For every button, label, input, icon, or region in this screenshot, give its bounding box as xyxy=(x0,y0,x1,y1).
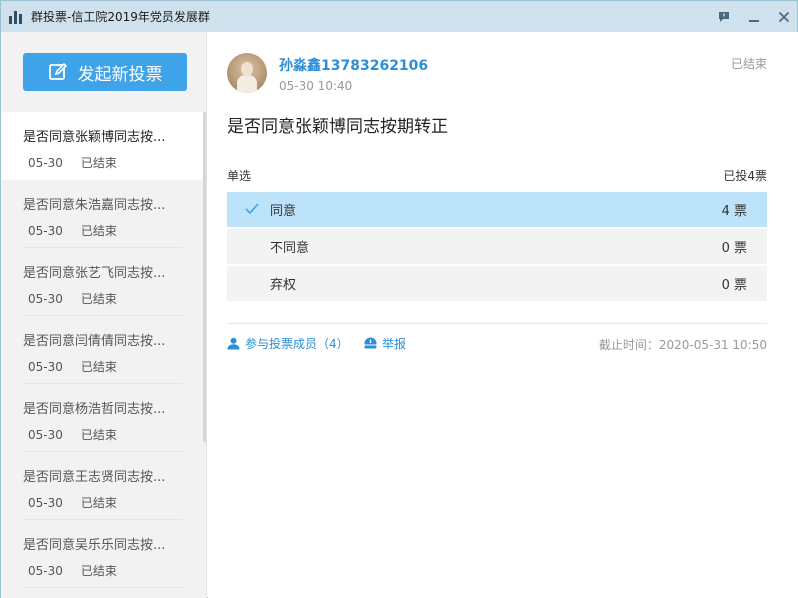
vote-item-date: 05-30 xyxy=(28,224,63,238)
vote-option-label: 弃权 xyxy=(270,278,297,293)
vote-option[interactable]: 不同意 0 票 xyxy=(227,229,767,264)
vote-option-count: 0 票 xyxy=(721,278,747,293)
participants-link[interactable]: 参与投票成员（4） xyxy=(227,335,349,352)
vote-item-date: 05-30 xyxy=(28,292,63,306)
vote-item-status: 已结束 xyxy=(80,224,117,238)
vote-item-date: 05-30 xyxy=(28,360,63,374)
vote-list-item[interactable]: 是否同意王志贤同志按... 05-30 已结束 xyxy=(1,452,203,520)
report-icon xyxy=(364,337,377,349)
deadline-text: 截止时间：2020-05-31 10:50 xyxy=(598,338,767,352)
bar-chart-icon xyxy=(9,10,25,24)
edit-icon xyxy=(48,62,67,80)
vote-option[interactable]: 同意 4 票 xyxy=(227,192,767,227)
vote-list-item[interactable]: 是否同意张颖博同志按... 05-30 已结束 xyxy=(1,112,203,180)
feedback-icon[interactable] xyxy=(717,10,731,24)
window-title: 群投票-信工院2019年党员发展群 xyxy=(31,10,210,24)
author-name[interactable]: 孙淼鑫13783262106 xyxy=(279,55,428,75)
minimize-icon[interactable] xyxy=(747,10,761,24)
vote-item-status: 已结束 xyxy=(80,496,117,510)
vote-options: 同意 4 票 不同意 0 票 弃权 0 票 xyxy=(227,192,767,303)
vote-list-item[interactable]: 是否同意闫倩倩同志按... 05-30 已结束 xyxy=(1,316,203,384)
vote-item-title: 是否同意张艺飞同志按... xyxy=(23,266,166,281)
vote-option[interactable]: 弃权 0 票 xyxy=(227,266,767,301)
divider xyxy=(227,323,767,324)
vote-item-status: 已结束 xyxy=(80,360,117,374)
vote-option-label: 同意 xyxy=(270,204,297,219)
vote-item-status: 已结束 xyxy=(80,564,117,578)
vote-detail-panel: 孙淼鑫13783262106 05-30 10:40 已结束 是否同意张颖博同志… xyxy=(208,32,798,598)
avatar[interactable] xyxy=(227,53,267,93)
vote-window: 群投票-信工院2019年党员发展群 发起新投票 是否同意张颖博同志按... 05… xyxy=(0,0,798,598)
vote-total: 已投4票 xyxy=(723,169,767,183)
vote-option-count: 4 票 xyxy=(721,204,747,219)
vote-list-item[interactable]: 是否同意杨浩哲同志按... 05-30 已结束 xyxy=(1,384,203,452)
person-icon xyxy=(227,337,240,350)
vote-list: 是否同意张颖博同志按... 05-30 已结束 是否同意朱浩嘉同志按... 05-… xyxy=(1,112,203,588)
vote-item-title: 是否同意朱浩嘉同志按... xyxy=(23,198,166,213)
vote-title: 是否同意张颖博同志按期转正 xyxy=(227,117,448,137)
close-icon[interactable] xyxy=(777,10,791,24)
vote-item-status: 已结束 xyxy=(80,156,117,170)
sidebar: 发起新投票 是否同意张颖博同志按... 05-30 已结束 是否同意朱浩嘉同志按.… xyxy=(1,32,207,598)
new-vote-label: 发起新投票 xyxy=(77,64,163,85)
vote-item-date: 05-30 xyxy=(28,428,63,442)
vote-list-item[interactable]: 是否同意朱浩嘉同志按... 05-30 已结束 xyxy=(1,180,203,248)
vote-item-title: 是否同意杨浩哲同志按... xyxy=(23,402,166,417)
vote-item-title: 是否同意闫倩倩同志按... xyxy=(23,334,166,349)
vote-item-status: 已结束 xyxy=(80,428,117,442)
report-link[interactable]: 举报 xyxy=(364,335,406,352)
vote-list-item[interactable]: 是否同意吴乐乐同志按... 05-30 已结束 xyxy=(1,520,203,588)
status-badge: 已结束 xyxy=(730,57,767,71)
vote-item-title: 是否同意张颖博同志按... xyxy=(23,130,166,145)
title-bar: 群投票-信工院2019年党员发展群 xyxy=(1,1,797,32)
vote-list-item[interactable]: 是否同意张艺飞同志按... 05-30 已结束 xyxy=(1,248,203,316)
new-vote-button[interactable]: 发起新投票 xyxy=(23,53,187,91)
report-link-label: 举报 xyxy=(382,337,407,351)
vote-item-title: 是否同意吴乐乐同志按... xyxy=(23,538,166,553)
vote-option-count: 0 票 xyxy=(721,241,747,256)
post-time: 05-30 10:40 xyxy=(279,79,353,93)
check-icon xyxy=(245,203,259,215)
vote-item-status: 已结束 xyxy=(80,292,117,306)
vote-item-date: 05-30 xyxy=(28,156,63,170)
vote-option-label: 不同意 xyxy=(270,241,310,256)
vote-item-date: 05-30 xyxy=(28,564,63,578)
sidebar-scrollbar[interactable] xyxy=(203,112,206,442)
vote-item-date: 05-30 xyxy=(28,496,63,510)
participants-link-label: 参与投票成员（4） xyxy=(245,337,349,351)
vote-type: 单选 xyxy=(227,169,252,183)
vote-item-title: 是否同意王志贤同志按... xyxy=(23,470,166,485)
